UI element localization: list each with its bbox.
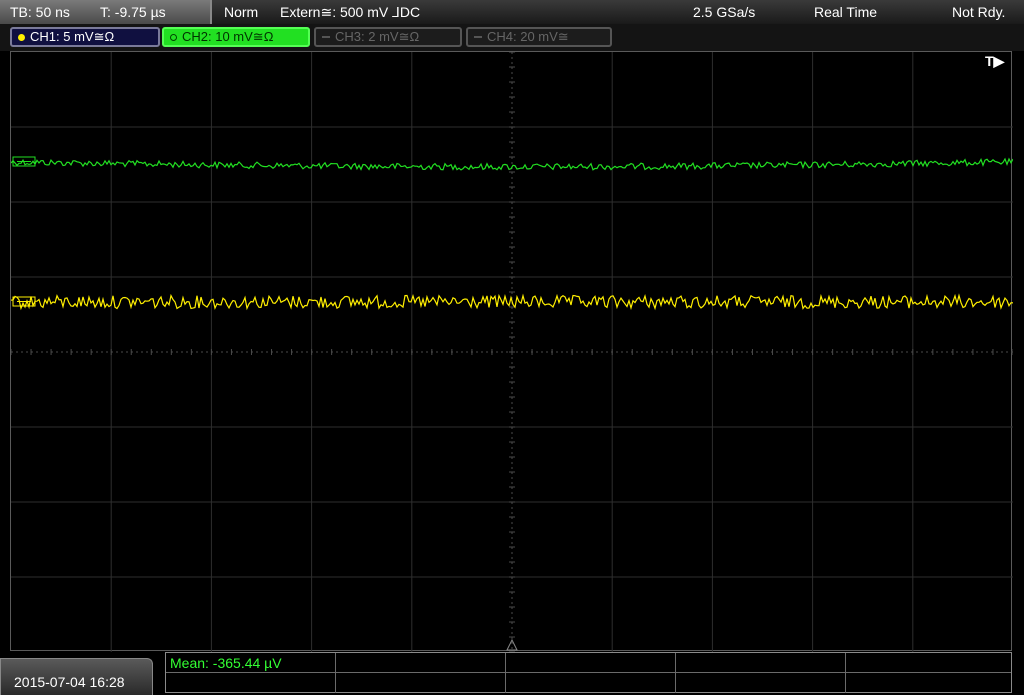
measurement-cell — [506, 673, 676, 693]
trigger-mode[interactable]: Norm — [224, 4, 258, 20]
datetime-panel: 2015-07-04 16:28 — [0, 658, 153, 695]
waveform-display[interactable] — [10, 51, 1013, 652]
channel-3-button[interactable]: CH3: 2 mV≅Ω — [314, 27, 462, 47]
acquisition-status: Not Rdy. — [952, 4, 1006, 20]
channel-1-label: CH1: 5 mV≅Ω — [30, 29, 115, 44]
channel-1-button[interactable]: CH1: 5 mV≅Ω — [10, 27, 160, 47]
status-bar: TB: 50 ns T: -9.75 µs Norm Extern≅: 500 … — [0, 0, 1024, 24]
timebase-panel[interactable]: TB: 50 ns T: -9.75 µs — [0, 0, 212, 24]
measurement-table[interactable]: Mean: -365.44 µV — [165, 652, 1012, 693]
measurement-cell: Mean: -365.44 µV — [166, 653, 336, 672]
channel-3-label: CH3: 2 mV≅Ω — [335, 29, 420, 44]
channel-4-button[interactable]: CH4: 20 mV≅ — [466, 27, 612, 47]
timebase-readout: TB: 50 ns — [10, 4, 70, 20]
measurement-cell — [336, 653, 506, 672]
mean-measurement: Mean: -365.44 µV — [170, 655, 282, 671]
sample-rate: 2.5 GSa/s — [693, 4, 756, 20]
waveform-canvas — [11, 52, 1013, 652]
channel-2-button[interactable]: CH2: 10 mV≅Ω — [162, 27, 310, 47]
channel-2-label: CH2: 10 mV≅Ω — [182, 29, 274, 44]
channel-4-indicator-icon — [474, 36, 482, 38]
channel-1-indicator-icon — [18, 33, 25, 41]
trigger-time-readout: T: -9.75 µs — [100, 4, 166, 20]
measurement-cell — [166, 673, 336, 693]
acquisition-mode: Real Time — [814, 4, 878, 20]
channel-bar: CH1: 5 mV≅Ω CH2: 10 mV≅Ω CH3: 2 mV≅Ω CH4… — [0, 24, 1024, 51]
channel-4-label: CH4: 20 mV≅ — [487, 29, 569, 44]
measurement-cell — [676, 673, 846, 693]
trigger-level-marker[interactable]: T▶ — [985, 53, 1004, 70]
trigger-source[interactable]: Extern≅: 500 mV ⅃DC — [280, 4, 420, 21]
measurement-cell — [506, 653, 676, 672]
datetime-readout: 2015-07-04 16:28 — [14, 674, 125, 690]
channel-2-indicator-icon — [170, 33, 177, 41]
measurement-cell — [676, 653, 846, 672]
channel-3-indicator-icon — [322, 36, 330, 38]
measurement-cell — [336, 673, 506, 693]
